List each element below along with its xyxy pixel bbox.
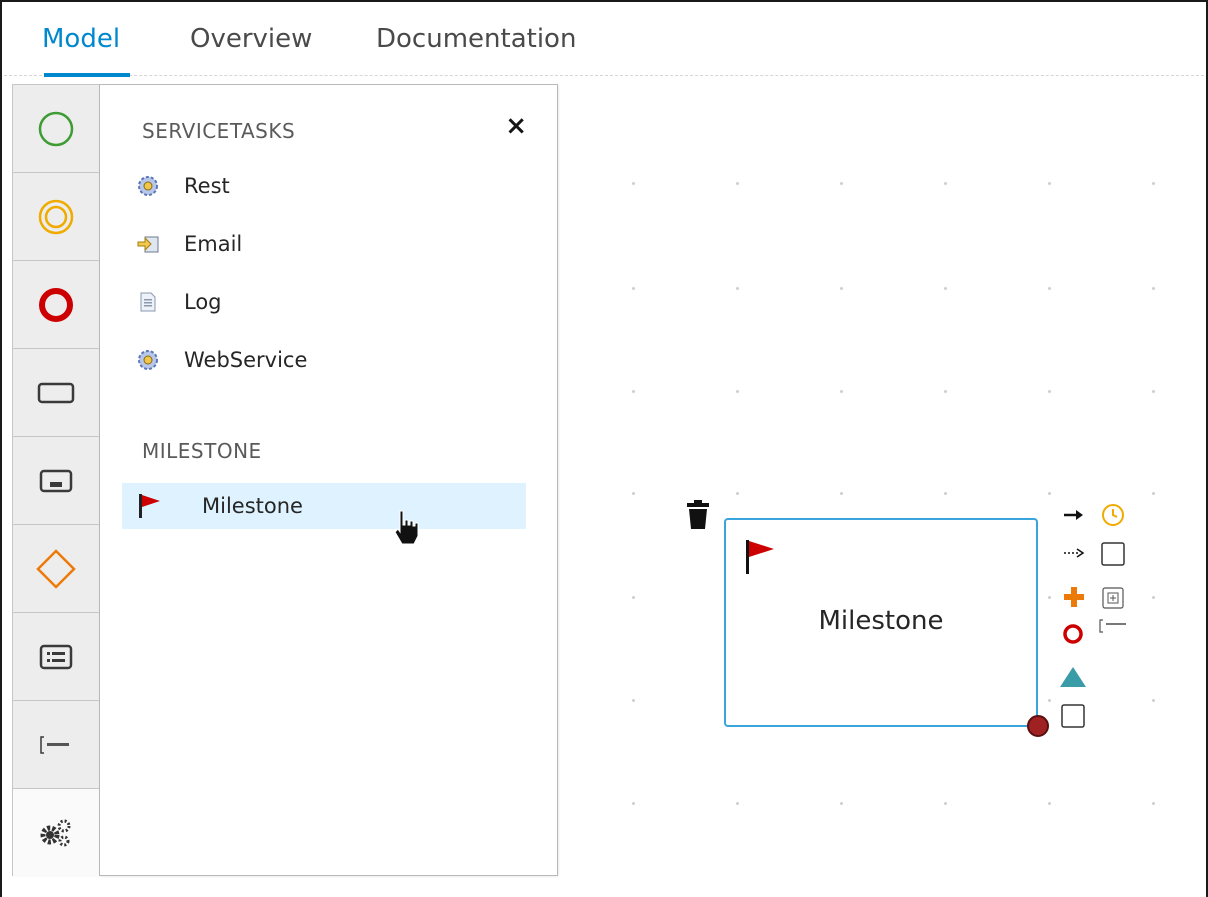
close-flyout-button[interactable]: ×: [505, 113, 527, 139]
grid-dot: [944, 287, 947, 290]
palette-gateway[interactable]: [13, 525, 99, 613]
grid-dot: [840, 492, 843, 495]
grid-dot: [632, 390, 635, 393]
grid-dot: [944, 492, 947, 495]
grid-dot: [944, 802, 947, 805]
grid-dot: [736, 492, 739, 495]
grid-dot: [1152, 596, 1155, 599]
flyout-item-label: Milestone: [202, 494, 303, 518]
flyout-item-log[interactable]: Log: [122, 279, 526, 325]
tab-bar: Model Overview Documentation: [4, 4, 1204, 77]
grid-dot: [1152, 699, 1155, 702]
red-flag-icon: [746, 540, 774, 574]
grid-dot: [1152, 802, 1155, 805]
flyout-item-label: Email: [184, 232, 243, 256]
palette-custom-tasks[interactable]: [13, 789, 99, 877]
milestone-node[interactable]: Milestone: [724, 518, 1038, 727]
grid-dot: [1048, 492, 1051, 495]
annotation-icon[interactable]: [1098, 618, 1132, 636]
grid-dot: [736, 287, 739, 290]
flyout-item-milestone[interactable]: Milestone: [122, 483, 526, 529]
flyout-item-rest[interactable]: Rest: [122, 163, 526, 209]
grid-dot: [944, 182, 947, 185]
orange-double-circle-icon: [38, 199, 74, 234]
square-icon[interactable]: [1100, 541, 1126, 567]
palette-subprocess[interactable]: [13, 437, 99, 525]
grid-dot: [840, 182, 843, 185]
grid-dot: [1048, 802, 1051, 805]
gears-icon: [40, 819, 71, 847]
palette-text-annotation[interactable]: [13, 701, 99, 789]
grid-dot: [1048, 182, 1051, 185]
grid-dot: [632, 596, 635, 599]
red-thick-circle-icon: [39, 287, 73, 322]
palette-container[interactable]: [13, 613, 99, 701]
flyout-item-label: WebService: [184, 348, 308, 372]
tab-overview[interactable]: Overview: [190, 24, 312, 54]
flyout-item-email[interactable]: Email: [122, 221, 526, 267]
grid-dot: [1048, 596, 1051, 599]
trash-icon[interactable]: [684, 498, 714, 532]
grid-dot: [632, 699, 635, 702]
palette-flyout: × SERVICETASKS Rest Email Log WebService…: [99, 84, 558, 876]
grid-dot: [736, 802, 739, 805]
flyout-item-webservice[interactable]: WebService: [122, 337, 526, 383]
palette-task[interactable]: [13, 349, 99, 437]
grid-dot: [840, 802, 843, 805]
rectangle-bar-icon: [39, 469, 73, 492]
palette-intermediate-event[interactable]: [13, 173, 99, 261]
rectangle-icon: [37, 382, 75, 403]
red-flag-icon: [136, 494, 160, 518]
grid-dot: [1048, 287, 1051, 290]
grid-dot: [736, 390, 739, 393]
plus-box-icon[interactable]: [1100, 585, 1126, 611]
grid-dot: [632, 492, 635, 495]
grid-dot: [944, 390, 947, 393]
flyout-item-label: Rest: [184, 174, 230, 198]
palette-end-event[interactable]: [13, 261, 99, 349]
grid-dot: [1152, 390, 1155, 393]
grid-dot: [1152, 287, 1155, 290]
red-circle-icon[interactable]: [1061, 622, 1085, 646]
node-label: Milestone: [818, 606, 944, 636]
list-box-icon: [39, 644, 73, 669]
grid-dot: [840, 390, 843, 393]
square-icon[interactable]: [1060, 703, 1086, 729]
palette-start-event[interactable]: [13, 85, 99, 173]
grid-dot: [840, 287, 843, 290]
green-circle-icon: [38, 111, 74, 146]
tab-documentation[interactable]: Documentation: [376, 24, 576, 54]
grid-dot: [1048, 390, 1051, 393]
document-icon: [136, 290, 160, 314]
section-title-milestone: MILESTONE: [142, 439, 262, 463]
resize-handle[interactable]: [1027, 715, 1049, 737]
annotation-icon: [40, 735, 69, 754]
orange-diamond-icon: [36, 548, 76, 589]
grid-dot: [1152, 182, 1155, 185]
flyout-item-label: Log: [184, 290, 222, 314]
grid-dot: [1048, 699, 1051, 702]
palette-sidebar: [12, 84, 100, 877]
teal-triangle-icon[interactable]: [1058, 664, 1088, 690]
email-arrow-icon: [136, 232, 160, 256]
clock-icon[interactable]: [1100, 502, 1126, 528]
gear-service-icon: [136, 174, 160, 198]
grid-dot: [736, 182, 739, 185]
hand-cursor-icon: [394, 510, 419, 545]
grid-dot: [632, 182, 635, 185]
gear-service-icon: [136, 348, 160, 372]
tab-model[interactable]: Model: [42, 24, 120, 54]
arrow-right-icon[interactable]: [1062, 505, 1088, 525]
dashed-arrow-icon[interactable]: [1062, 543, 1088, 563]
grid-dot: [632, 287, 635, 290]
grid-dot: [1152, 492, 1155, 495]
grid-dot: [632, 802, 635, 805]
section-title-servicetasks: SERVICETASKS: [142, 119, 296, 143]
plus-icon[interactable]: [1062, 585, 1086, 609]
